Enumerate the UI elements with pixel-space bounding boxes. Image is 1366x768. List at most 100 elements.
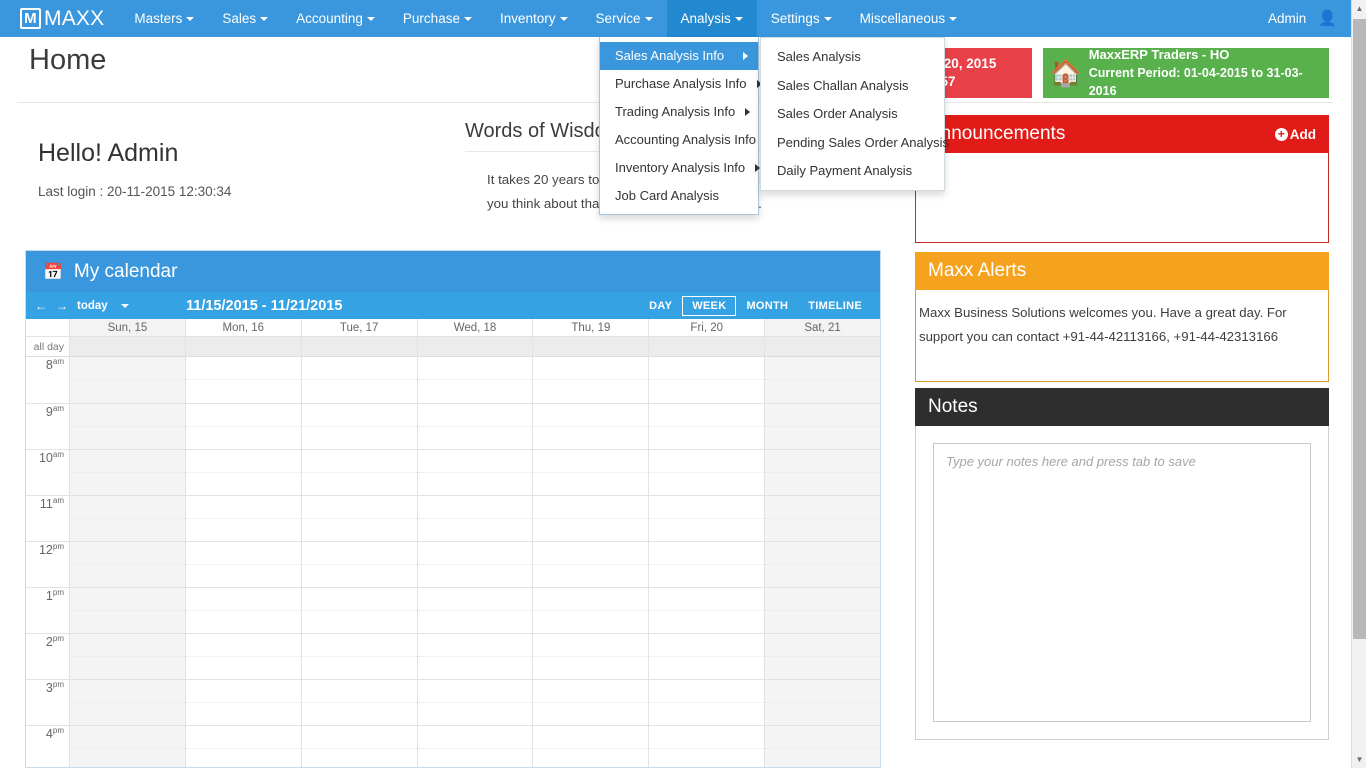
submenu-item-sales-challan-analysis[interactable]: Sales Challan Analysis (761, 72, 944, 101)
calendar-time-cell[interactable] (533, 403, 649, 449)
calendar-time-cell[interactable] (186, 357, 302, 403)
calendar-view-month[interactable]: MONTH (736, 296, 798, 316)
allday-cell[interactable] (649, 337, 765, 356)
chevron-down-icon[interactable] (121, 304, 129, 308)
calendar-time-cell[interactable] (649, 633, 765, 679)
calendar-time-cell[interactable] (186, 403, 302, 449)
calendar-time-cell[interactable] (302, 725, 418, 768)
allday-cell[interactable] (765, 337, 880, 356)
calendar-day-header[interactable]: Mon, 16 (186, 319, 302, 336)
calendar-time-cell[interactable] (418, 587, 534, 633)
calendar-time-cell[interactable] (765, 357, 880, 403)
calendar-time-cell[interactable] (302, 357, 418, 403)
submenu-item-pending-sales-order-analysis[interactable]: Pending Sales Order Analysis (761, 129, 944, 158)
calendar-view-day[interactable]: DAY (639, 296, 682, 316)
nav-item-miscellaneous[interactable]: Miscellaneous (846, 0, 972, 37)
dropdown-item-job-card-analysis[interactable]: Job Card Analysis (600, 182, 758, 210)
dropdown-item-inventory-analysis-info[interactable]: Inventory Analysis Info (600, 154, 758, 182)
calendar-time-cell[interactable] (765, 495, 880, 541)
dropdown-item-trading-analysis-info[interactable]: Trading Analysis Info (600, 98, 758, 126)
calendar-time-cell[interactable] (418, 449, 534, 495)
allday-cell[interactable] (70, 337, 186, 356)
add-announcement-button[interactable]: + Add (1275, 127, 1316, 142)
calendar-time-cell[interactable] (649, 449, 765, 495)
scrollbar-thumb[interactable] (1353, 19, 1366, 639)
submenu-item-sales-order-analysis[interactable]: Sales Order Analysis (761, 100, 944, 129)
calendar-time-cell[interactable] (186, 679, 302, 725)
calendar-time-cell[interactable] (649, 587, 765, 633)
calendar-time-cell[interactable] (186, 725, 302, 768)
calendar-time-cell[interactable] (649, 541, 765, 587)
calendar-time-cell[interactable] (765, 403, 880, 449)
calendar-time-cell[interactable] (765, 541, 880, 587)
brand-logo[interactable]: M MAXX (20, 7, 104, 31)
allday-cell[interactable] (533, 337, 649, 356)
calendar-time-cell[interactable] (186, 541, 302, 587)
calendar-time-cell[interactable] (533, 633, 649, 679)
calendar-time-cell[interactable] (533, 679, 649, 725)
calendar-time-cell[interactable] (186, 633, 302, 679)
calendar-time-cell[interactable] (765, 587, 880, 633)
calendar-time-cell[interactable] (418, 495, 534, 541)
calendar-time-cell[interactable] (70, 587, 186, 633)
calendar-time-cell[interactable] (418, 633, 534, 679)
calendar-time-cell[interactable] (70, 679, 186, 725)
calendar-prev-button[interactable]: ← (35, 299, 47, 313)
notes-input[interactable] (933, 443, 1311, 722)
calendar-day-header[interactable]: Sat, 21 (765, 319, 880, 336)
allday-cell[interactable] (418, 337, 534, 356)
calendar-time-cell[interactable] (649, 357, 765, 403)
calendar-time-cell[interactable] (302, 679, 418, 725)
calendar-time-cell[interactable] (533, 725, 649, 768)
calendar-time-cell[interactable] (765, 679, 880, 725)
calendar-time-cell[interactable] (649, 679, 765, 725)
calendar-time-cell[interactable] (418, 357, 534, 403)
calendar-time-cell[interactable] (418, 725, 534, 768)
calendar-time-cell[interactable] (649, 403, 765, 449)
allday-cell[interactable] (186, 337, 302, 356)
calendar-time-cell[interactable] (70, 403, 186, 449)
calendar-time-cell[interactable] (533, 587, 649, 633)
allday-cell[interactable] (302, 337, 418, 356)
calendar-time-cell[interactable] (765, 633, 880, 679)
calendar-time-cell[interactable] (649, 725, 765, 768)
nav-item-sales[interactable]: Sales (208, 0, 282, 37)
calendar-time-cell[interactable] (418, 679, 534, 725)
calendar-time-cell[interactable] (302, 449, 418, 495)
calendar-time-cell[interactable] (70, 541, 186, 587)
nav-item-settings[interactable]: Settings (757, 0, 846, 37)
calendar-time-cell[interactable] (186, 449, 302, 495)
calendar-time-cell[interactable] (302, 587, 418, 633)
scroll-down-arrow-icon[interactable]: ▼ (1352, 751, 1366, 768)
calendar-time-cell[interactable] (70, 449, 186, 495)
calendar-time-cell[interactable] (302, 403, 418, 449)
calendar-time-cell[interactable] (186, 587, 302, 633)
calendar-time-cell[interactable] (70, 633, 186, 679)
calendar-time-cell[interactable] (70, 725, 186, 768)
calendar-day-header[interactable]: Thu, 19 (533, 319, 649, 336)
calendar-time-cell[interactable] (533, 357, 649, 403)
calendar-time-cell[interactable] (302, 633, 418, 679)
calendar-time-cell[interactable] (302, 495, 418, 541)
calendar-day-header[interactable]: Fri, 20 (649, 319, 765, 336)
nav-item-purchase[interactable]: Purchase (389, 0, 486, 37)
calendar-day-header[interactable]: Sun, 15 (70, 319, 186, 336)
calendar-time-cell[interactable] (533, 541, 649, 587)
calendar-time-cell[interactable] (186, 495, 302, 541)
calendar-time-cell[interactable] (302, 541, 418, 587)
calendar-view-timeline[interactable]: TIMELINE (798, 296, 872, 316)
dropdown-item-sales-analysis-info[interactable]: Sales Analysis Info (600, 42, 758, 70)
calendar-next-button[interactable]: → (56, 299, 68, 313)
calendar-time-cell[interactable] (70, 495, 186, 541)
calendar-day-header[interactable]: Wed, 18 (418, 319, 534, 336)
calendar-today-button[interactable]: today (77, 300, 108, 312)
submenu-item-daily-payment-analysis[interactable]: Daily Payment Analysis (761, 157, 944, 186)
calendar-time-cell[interactable] (533, 449, 649, 495)
calendar-view-week[interactable]: WEEK (682, 296, 736, 316)
scroll-up-arrow-icon[interactable]: ▲ (1352, 0, 1366, 17)
nav-item-service[interactable]: Service (582, 0, 667, 37)
dropdown-item-purchase-analysis-info[interactable]: Purchase Analysis Info (600, 70, 758, 98)
calendar-time-cell[interactable] (649, 495, 765, 541)
submenu-item-sales-analysis[interactable]: Sales Analysis (761, 43, 944, 72)
nav-item-inventory[interactable]: Inventory (486, 0, 582, 37)
